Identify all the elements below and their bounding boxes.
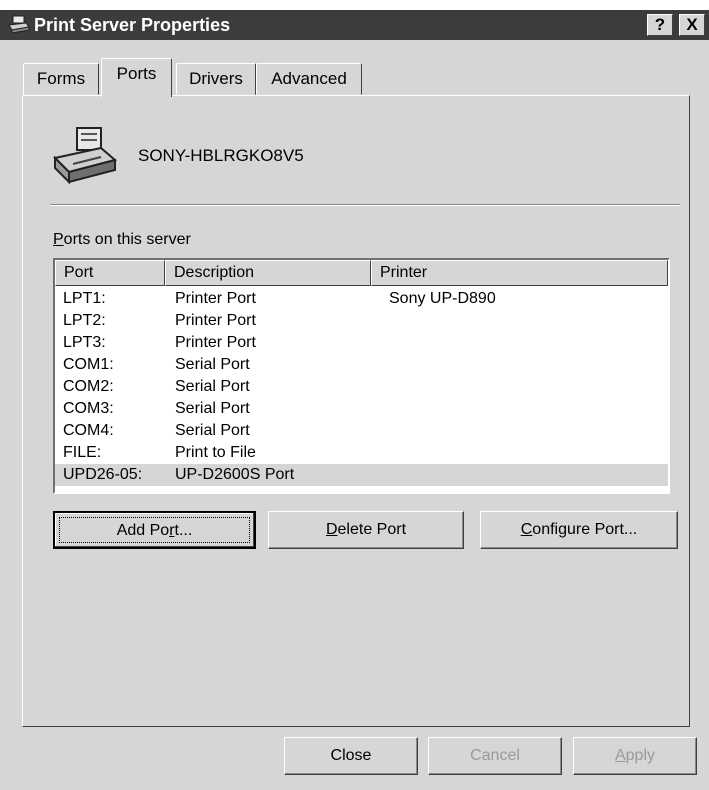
description-cell: UP-D2600S Port xyxy=(175,466,295,483)
list-item[interactable]: COM1: Serial Port xyxy=(55,354,668,376)
port-cell: LPT1: xyxy=(63,290,106,307)
tab-ports[interactable]: Ports xyxy=(101,58,172,97)
port-cell: COM2: xyxy=(63,378,114,395)
list-item[interactable]: LPT3: Printer Port xyxy=(55,332,668,354)
tab-advanced[interactable]: Advanced xyxy=(256,63,362,95)
apply-button[interactable]: Apply xyxy=(573,737,697,775)
ports-on-server-label: Ports on this server xyxy=(53,231,191,248)
description-cell: Print to File xyxy=(175,444,256,461)
help-button[interactable]: ? xyxy=(647,14,673,36)
list-item[interactable]: FILE: Print to File xyxy=(55,442,668,464)
description-cell: Printer Port xyxy=(175,312,256,329)
print-server-properties-dialog: Print Server Properties ? X Forms Ports … xyxy=(0,10,709,790)
close-window-button[interactable]: X xyxy=(679,14,705,36)
description-cell: Serial Port xyxy=(175,422,250,439)
ports-tab-panel: SONY-HBLRGKO8V5 Ports on this server Por… xyxy=(22,95,690,727)
ports-list[interactable]: Port Description Printer LPT1: Printer P… xyxy=(53,258,670,494)
window-title: Print Server Properties xyxy=(34,15,231,35)
tab-drivers[interactable]: Drivers xyxy=(176,63,256,95)
port-cell: COM4: xyxy=(63,422,114,439)
configure-port-button[interactable]: Configure Port... xyxy=(480,511,678,549)
title-bar[interactable]: Print Server Properties ? X xyxy=(0,10,709,40)
port-cell: LPT2: xyxy=(63,312,106,329)
description-cell: Printer Port xyxy=(175,290,256,307)
description-cell: Serial Port xyxy=(175,356,250,373)
description-cell: Serial Port xyxy=(175,378,250,395)
printer-icon xyxy=(8,15,30,34)
port-cell: FILE: xyxy=(63,444,102,461)
description-cell: Serial Port xyxy=(175,400,250,417)
printer-server-icon xyxy=(52,127,118,185)
focus-rect xyxy=(59,517,250,543)
list-item[interactable]: LPT2: Printer Port xyxy=(55,310,668,332)
delete-port-button[interactable]: Delete Port xyxy=(268,511,464,549)
ports-list-rows: LPT1: Printer Port Sony UP-D890 LPT2: Pr… xyxy=(55,288,668,486)
tab-forms[interactable]: Forms xyxy=(23,63,99,95)
printer-cell: Sony UP-D890 xyxy=(389,290,496,307)
list-item[interactable]: COM3: Serial Port xyxy=(55,398,668,420)
port-cell: COM1: xyxy=(63,356,114,373)
port-cell: LPT3: xyxy=(63,334,106,351)
column-header-port[interactable]: Port xyxy=(55,260,165,286)
column-header-printer[interactable]: Printer xyxy=(371,260,668,286)
description-cell: Printer Port xyxy=(175,334,256,351)
list-item[interactable]: COM4: Serial Port xyxy=(55,420,668,442)
cancel-button[interactable]: Cancel xyxy=(428,737,562,775)
ports-list-header: Port Description Printer xyxy=(55,260,668,286)
port-cell: UPD26-05: xyxy=(63,466,143,483)
list-item[interactable]: COM2: Serial Port xyxy=(55,376,668,398)
close-button[interactable]: Close xyxy=(284,737,418,775)
column-header-description[interactable]: Description xyxy=(165,260,371,286)
list-item-selected[interactable]: UPD26-05: UP-D2600S Port xyxy=(55,464,668,486)
divider xyxy=(50,204,680,206)
list-item[interactable]: LPT1: Printer Port Sony UP-D890 xyxy=(55,288,668,310)
add-port-button[interactable]: Add Port... xyxy=(53,511,256,549)
server-name: SONY-HBLRGKO8V5 xyxy=(138,146,304,165)
port-cell: COM3: xyxy=(63,400,114,417)
